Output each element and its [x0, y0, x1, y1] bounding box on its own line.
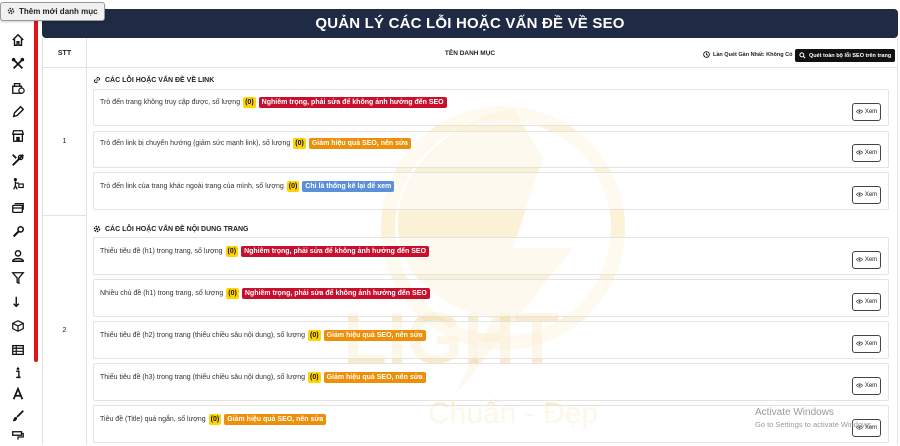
issue-text: Nhiều chủ đề (h1) trong trang, số lượng	[100, 289, 224, 297]
issue-count: (0)	[308, 371, 321, 383]
clock-icon	[703, 51, 710, 58]
sidebar-scrollbar[interactable]	[34, 20, 38, 362]
payment-cards-icon[interactable]	[9, 199, 27, 217]
view-label: Xem	[864, 109, 878, 115]
severity-badge: Giảm hiệu quả SEO, nên sửa	[323, 329, 426, 341]
arrow-down-icon[interactable]	[9, 293, 27, 311]
paint-roller-icon[interactable]	[9, 428, 27, 446]
issue-count: (0)	[243, 97, 256, 108]
view-label: Xem	[864, 341, 878, 347]
sidebar	[0, 0, 40, 445]
view-label: Xem	[864, 192, 878, 198]
cube-icon[interactable]	[9, 317, 27, 335]
eye-icon	[855, 109, 863, 116]
filter-icon[interactable]	[9, 269, 27, 287]
store-icon[interactable]	[9, 127, 27, 145]
tools-cross-icon[interactable]	[9, 55, 27, 73]
issue-count: (0)	[225, 245, 239, 257]
severity-badge: Nghiêm trọng, phải sửa để không ảnh hưởn…	[241, 287, 430, 299]
add-category-label: Thêm mới danh mục	[19, 7, 98, 16]
person-cart-icon[interactable]	[9, 175, 27, 193]
activate-windows-notice: Activate Windows Go to Settings to activ…	[755, 407, 873, 431]
view-button[interactable]: Xem	[852, 144, 881, 162]
font-icon[interactable]	[9, 385, 27, 403]
issue-text: Thiếu tiêu đề (h1) trong trang, số lượng	[100, 247, 223, 255]
table-header-row: STT TÊN DANH MỤC Lần Quét Gần Nhất: Khôn…	[43, 38, 897, 68]
view-button[interactable]: Xem	[852, 186, 881, 204]
severity-badge: Nghiêm trọng, phải sửa để không ảnh hưởn…	[258, 97, 447, 108]
issue-item: Trỏ đến trang không truy cập được, số lư…	[93, 89, 889, 126]
severity-badge: Nghiêm trọng, phải sửa để không ảnh hưởn…	[241, 245, 430, 257]
severity-badge: Giảm hiệu quả SEO, nên sửa	[224, 413, 327, 425]
section-title-content-text: CÁC LỖI HOẶC VẤN ĐỀ NỘI DUNG TRANG	[105, 225, 249, 233]
activate-subtitle: Go to Settings to activate Windows.	[755, 420, 874, 429]
row-stt-2: 2	[43, 216, 87, 445]
issue-count: (0)	[226, 287, 239, 299]
add-category-button[interactable]: Thêm mới danh mục	[0, 2, 105, 21]
issue-text: Thiếu tiêu đề (h3) trong trang (thiếu ch…	[100, 373, 306, 381]
eye-icon	[855, 299, 863, 306]
page-title-bar: QUẢN LÝ CÁC LỖI HOẶC VẤN ĐỀ VỀ SEO	[42, 9, 898, 38]
issue-item: Trỏ đến link bị chuyển hướng (giảm sức m…	[93, 131, 889, 168]
scan-all-button[interactable]: Quét toàn bộ lỗi SEO trên trang	[795, 49, 896, 62]
eye-icon	[855, 383, 863, 390]
eye-icon	[855, 257, 863, 264]
view-button[interactable]: Xem	[852, 293, 881, 311]
severity-badge: Giảm hiệu quả SEO, nên sửa	[323, 371, 426, 383]
home-icon[interactable]	[9, 31, 27, 49]
scan-all-label: Quét toàn bộ lỗi SEO trên trang	[809, 52, 892, 59]
link-icon	[93, 76, 101, 84]
view-button[interactable]: Xem	[852, 103, 881, 121]
activate-title: Activate Windows	[755, 407, 834, 418]
cog-icon	[93, 225, 101, 233]
info-icon[interactable]	[9, 364, 27, 382]
eye-icon	[855, 192, 863, 199]
column-header-stt: STT	[43, 38, 87, 68]
view-label: Xem	[864, 383, 878, 389]
view-button[interactable]: Xem	[852, 335, 881, 353]
last-scan-label: Lần Quét Gần Nhất: Không Có	[713, 51, 793, 58]
eye-icon	[855, 341, 863, 348]
issue-item: Thiếu tiêu đề (h1) trong trang, số lượng…	[93, 237, 889, 275]
issue-count: (0)	[308, 329, 321, 341]
issue-count: (0)	[286, 180, 300, 192]
issue-item: Nhiều chủ đề (h1) trong trang, số lượng …	[93, 279, 889, 317]
last-scan-status: Lần Quét Gần Nhất: Không Có	[703, 51, 792, 58]
section-title-content: CÁC LỖI HOẶC VẤN ĐỀ NỘI DUNG TRANG	[93, 225, 249, 233]
issue-text: Tiêu đề (Title) quá ngắn, số lượng	[100, 415, 206, 423]
view-label: Xem	[864, 257, 878, 263]
issue-count: (0)	[208, 413, 222, 425]
view-button[interactable]: Xem	[852, 377, 881, 395]
view-label: Xem	[864, 299, 878, 305]
issue-item: Thiếu tiêu đề (h3) trong trang (thiếu ch…	[93, 363, 889, 401]
issue-text: Trỏ đến link bị chuyển hướng (giảm sức m…	[100, 140, 291, 147]
pencil-icon[interactable]	[9, 103, 27, 121]
eye-icon	[855, 150, 863, 157]
view-button[interactable]: Xem	[852, 251, 881, 269]
severity-badge: Chỉ là thống kê lại để xem	[302, 180, 395, 192]
severity-badge: Giảm hiệu quả SEO, nên sửa	[308, 138, 411, 149]
issue-item: Trỏ đến link của trang khác ngoài trang …	[93, 172, 889, 210]
user-icon[interactable]	[9, 247, 27, 265]
wrench-icon[interactable]	[9, 223, 27, 241]
seo-issues-table: LIGHT Chuẩn - Đẹp STT TÊN DANH MỤC Lần Q…	[42, 38, 898, 445]
search-icon	[799, 52, 806, 59]
gear-icon	[7, 7, 15, 17]
brush-icon[interactable]	[9, 407, 27, 425]
row-stt-1: 1	[43, 68, 87, 216]
shop-settings-icon[interactable]	[9, 79, 27, 97]
table-icon[interactable]	[9, 341, 27, 359]
issue-text: Trỏ đến link của trang khác ngoài trang …	[100, 182, 284, 190]
view-label: Xem	[864, 150, 878, 156]
section-title-link: CÁC LỖI HOẶC VẤN ĐỀ VỀ LINK	[93, 76, 214, 84]
section-title-link-text: CÁC LỖI HOẶC VẤN ĐỀ VỀ LINK	[105, 76, 215, 84]
issue-text: Trỏ đến trang không truy cập được, số lư…	[100, 99, 241, 106]
wrench-screwdriver-icon[interactable]	[9, 151, 27, 169]
issue-count: (0)	[293, 138, 306, 149]
page-title: QUẢN LÝ CÁC LỖI HOẶC VẤN ĐỀ VỀ SEO	[315, 15, 625, 32]
issue-text: Thiếu tiêu đề (h2) trong trang (thiếu ch…	[100, 331, 306, 339]
issue-item: Thiếu tiêu đề (h2) trong trang (thiếu ch…	[93, 321, 889, 359]
